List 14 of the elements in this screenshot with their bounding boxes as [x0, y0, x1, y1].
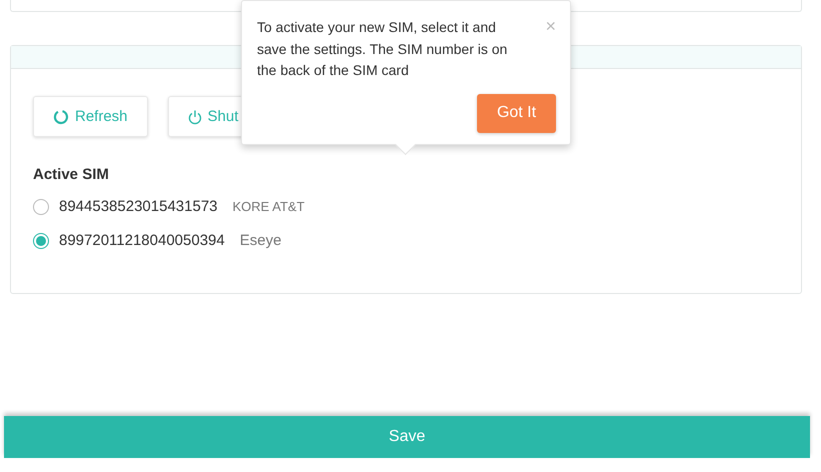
power-icon [188, 108, 202, 124]
refresh-icon [53, 108, 69, 124]
tooltip-text: To activate your new SIM, select it and save the settings. The SIM number is on the back of the SIM card [257, 18, 508, 80]
refresh-button[interactable]: Refresh [33, 96, 148, 137]
got-it-button[interactable]: Got It [477, 94, 556, 132]
radio-button[interactable] [33, 232, 49, 248]
sim-number: 8944538523015431573 [59, 198, 218, 215]
sim-number: 89972011218040050394 [59, 232, 225, 249]
close-button[interactable]: × [545, 17, 556, 35]
section-label: Active SIM [33, 166, 110, 183]
carrier-name: Eseye [240, 232, 282, 249]
radio-button[interactable] [33, 198, 49, 214]
save-button[interactable]: Save [4, 416, 810, 458]
carrier-name: KORE AT&T [232, 199, 305, 214]
